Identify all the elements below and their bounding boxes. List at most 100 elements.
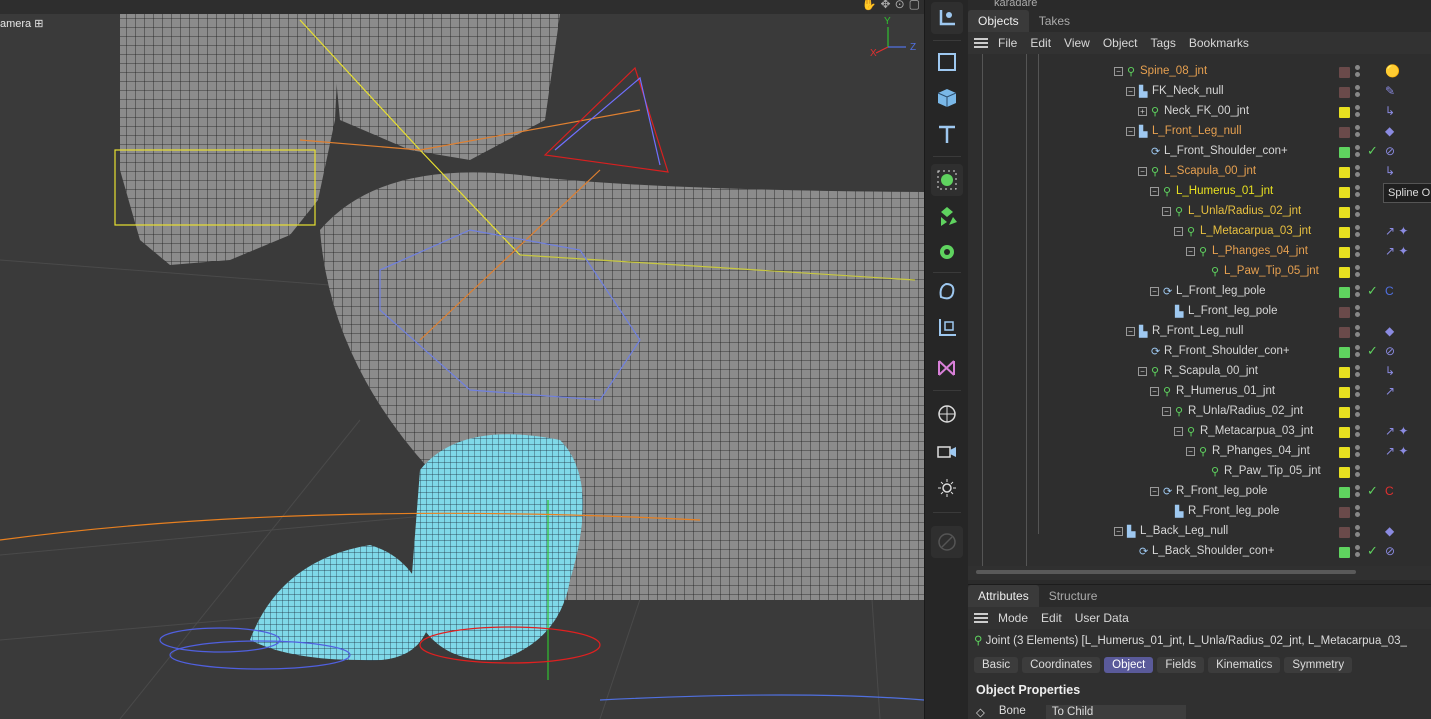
tag-icons[interactable]: ↳ (1385, 164, 1395, 178)
tree-row[interactable]: − ⚲ L_Unla/Radius_02_jnt (968, 202, 1431, 222)
layer-color-swatch[interactable] (1339, 267, 1350, 278)
expand-toggle[interactable]: − (1150, 187, 1159, 196)
layer-color-swatch[interactable] (1339, 467, 1350, 478)
menu-mode[interactable]: Mode (998, 611, 1028, 625)
object-name[interactable]: L_Scapula_00_jnt (1164, 165, 1256, 177)
ptab-coordinates[interactable]: Coordinates (1022, 657, 1101, 673)
object-name[interactable]: Spine_08_jnt (1140, 65, 1207, 77)
tree-row[interactable]: − ⟳ R_Front_leg_pole ✓ C (968, 482, 1431, 502)
object-name[interactable]: R_Paw_Tip_05_jnt (1224, 465, 1321, 477)
tree-row[interactable]: ▙ L_Front_leg_pole (968, 302, 1431, 322)
layer-color-swatch[interactable] (1339, 507, 1350, 518)
keyframe-diamond-icon[interactable]: ◇ (976, 705, 985, 719)
tag-icons[interactable]: ↗ ✦ (1385, 224, 1408, 238)
rotate-icon[interactable]: ⊙ (895, 0, 905, 11)
tree-row[interactable]: − ⚲ Spine_08_jnt 🟡 (968, 62, 1431, 82)
text-icon[interactable] (931, 118, 963, 150)
layer-color-swatch[interactable] (1339, 207, 1350, 218)
menu-view[interactable]: View (1064, 36, 1090, 50)
sphere-select-icon[interactable] (931, 164, 963, 196)
layer-color-swatch[interactable] (1339, 147, 1350, 158)
expand-toggle[interactable]: − (1186, 247, 1195, 256)
layer-color-swatch[interactable] (1339, 67, 1350, 78)
expand-toggle[interactable]: − (1114, 67, 1123, 76)
deformer-icon[interactable] (931, 276, 963, 308)
menu-edit[interactable]: Edit (1030, 36, 1051, 50)
tag-icons[interactable]: ◆ (1385, 324, 1394, 338)
visibility-dots[interactable] (1355, 125, 1360, 139)
cube-outline-icon[interactable] (931, 46, 963, 78)
tab-attributes[interactable]: Attributes (968, 585, 1039, 607)
object-name[interactable]: L_Paw_Tip_05_jnt (1224, 265, 1319, 277)
tab-takes[interactable]: Takes (1029, 10, 1080, 32)
layer-color-swatch[interactable] (1339, 167, 1350, 178)
tree-row[interactable]: − ▙ R_Front_Leg_null ◆ (968, 322, 1431, 342)
ptab-basic[interactable]: Basic (974, 657, 1019, 673)
globe-icon[interactable] (931, 398, 963, 430)
visibility-dots[interactable] (1355, 485, 1360, 499)
visibility-dots[interactable] (1355, 145, 1360, 159)
tree-row[interactable]: − ⚲ L_Humerus_01_jnt (968, 182, 1431, 202)
tree-row[interactable]: + ⚲ Neck_FK_00_jnt ↳ (968, 102, 1431, 122)
expand-toggle[interactable]: − (1150, 287, 1159, 296)
expand-toggle[interactable]: − (1150, 387, 1159, 396)
layer-color-swatch[interactable] (1339, 427, 1350, 438)
tag-icons[interactable]: C (1385, 484, 1394, 498)
visibility-dots[interactable] (1355, 65, 1360, 79)
layer-color-swatch[interactable] (1339, 87, 1350, 98)
object-name[interactable]: L_Humerus_01_jnt (1176, 185, 1273, 197)
cube-icon[interactable] (931, 82, 963, 114)
generator-icon[interactable] (931, 236, 963, 268)
layer-color-swatch[interactable] (1339, 127, 1350, 138)
tag-icons[interactable]: ⊘ (1385, 144, 1395, 158)
tree-row[interactable]: − ▙ FK_Neck_null ✎ (968, 82, 1431, 102)
tag-icons[interactable]: ◆ (1385, 524, 1394, 538)
tree-row[interactable]: − ⚲ L_Metacarpua_03_jnt ↗ ✦ (968, 222, 1431, 242)
enabled-check-icon[interactable]: ✓ (1367, 143, 1378, 159)
layer-color-swatch[interactable] (1339, 487, 1350, 498)
object-name[interactable]: L_Front_Leg_null (1152, 125, 1242, 137)
object-name[interactable]: L_Back_Shoulder_con+ (1152, 545, 1274, 557)
visibility-dots[interactable] (1355, 445, 1360, 459)
layer-color-swatch[interactable] (1339, 327, 1350, 338)
top-object-name[interactable]: karadare (994, 0, 1037, 9)
expand-toggle[interactable]: + (1138, 107, 1147, 116)
tree-row[interactable]: − ▙ L_Front_Leg_null ◆ (968, 122, 1431, 142)
visibility-dots[interactable] (1355, 165, 1360, 179)
object-name[interactable]: L_Front_Shoulder_con+ (1164, 145, 1288, 157)
move-icon[interactable]: ✥ (881, 0, 891, 11)
hamburger-menu-icon[interactable] (974, 613, 988, 623)
expand-toggle[interactable]: − (1150, 487, 1159, 496)
visibility-dots[interactable] (1355, 465, 1360, 479)
tag-icons[interactable]: ↳ (1385, 104, 1395, 118)
object-name[interactable]: L_Front_leg_pole (1188, 305, 1278, 317)
visibility-dots[interactable] (1355, 325, 1360, 339)
expand-toggle[interactable]: − (1162, 207, 1171, 216)
menu-file[interactable]: File (998, 36, 1017, 50)
object-name[interactable]: L_Phanges_04_jnt (1212, 245, 1308, 257)
pan-hand-icon[interactable]: ✋ (862, 0, 877, 11)
object-name[interactable]: R_Front_Shoulder_con+ (1164, 345, 1290, 357)
tree-row[interactable]: − ⚲ R_Metacarpua_03_jnt ↗ ✦ (968, 422, 1431, 442)
visibility-dots[interactable] (1355, 205, 1360, 219)
tree-row[interactable]: − ⚲ R_Unla/Radius_02_jnt (968, 402, 1431, 422)
tag-icons[interactable]: 🟡 (1385, 64, 1400, 78)
layer-color-swatch[interactable] (1339, 547, 1350, 558)
object-name[interactable]: R_Phanges_04_jnt (1212, 445, 1310, 457)
object-name[interactable]: L_Unla/Radius_02_jnt (1188, 205, 1301, 217)
tree-row[interactable]: ⟳ L_Front_Shoulder_con+ ✓ ⊘ (968, 142, 1431, 162)
tree-row[interactable]: ▙ R_Front_leg_pole (968, 502, 1431, 522)
enabled-check-icon[interactable]: ✓ (1367, 543, 1378, 559)
hamburger-menu-icon[interactable] (974, 38, 988, 48)
spline-icon[interactable] (931, 352, 963, 384)
visibility-dots[interactable] (1355, 305, 1360, 319)
camera-label[interactable]: amera ⊞ (0, 17, 43, 30)
menu-edit[interactable]: Edit (1041, 611, 1062, 625)
layer-color-swatch[interactable] (1339, 227, 1350, 238)
layer-color-swatch[interactable] (1339, 527, 1350, 538)
visibility-dots[interactable] (1355, 105, 1360, 119)
object-tree[interactable]: − ⚲ Spine_08_jnt 🟡 − ▙ FK_Neck_null ✎ + ⚲ Neck_FK_… (968, 54, 1431, 566)
visibility-dots[interactable] (1355, 85, 1360, 99)
visibility-dots[interactable] (1355, 505, 1360, 519)
tree-row[interactable]: − ⚲ L_Scapula_00_jnt ↳ (968, 162, 1431, 182)
